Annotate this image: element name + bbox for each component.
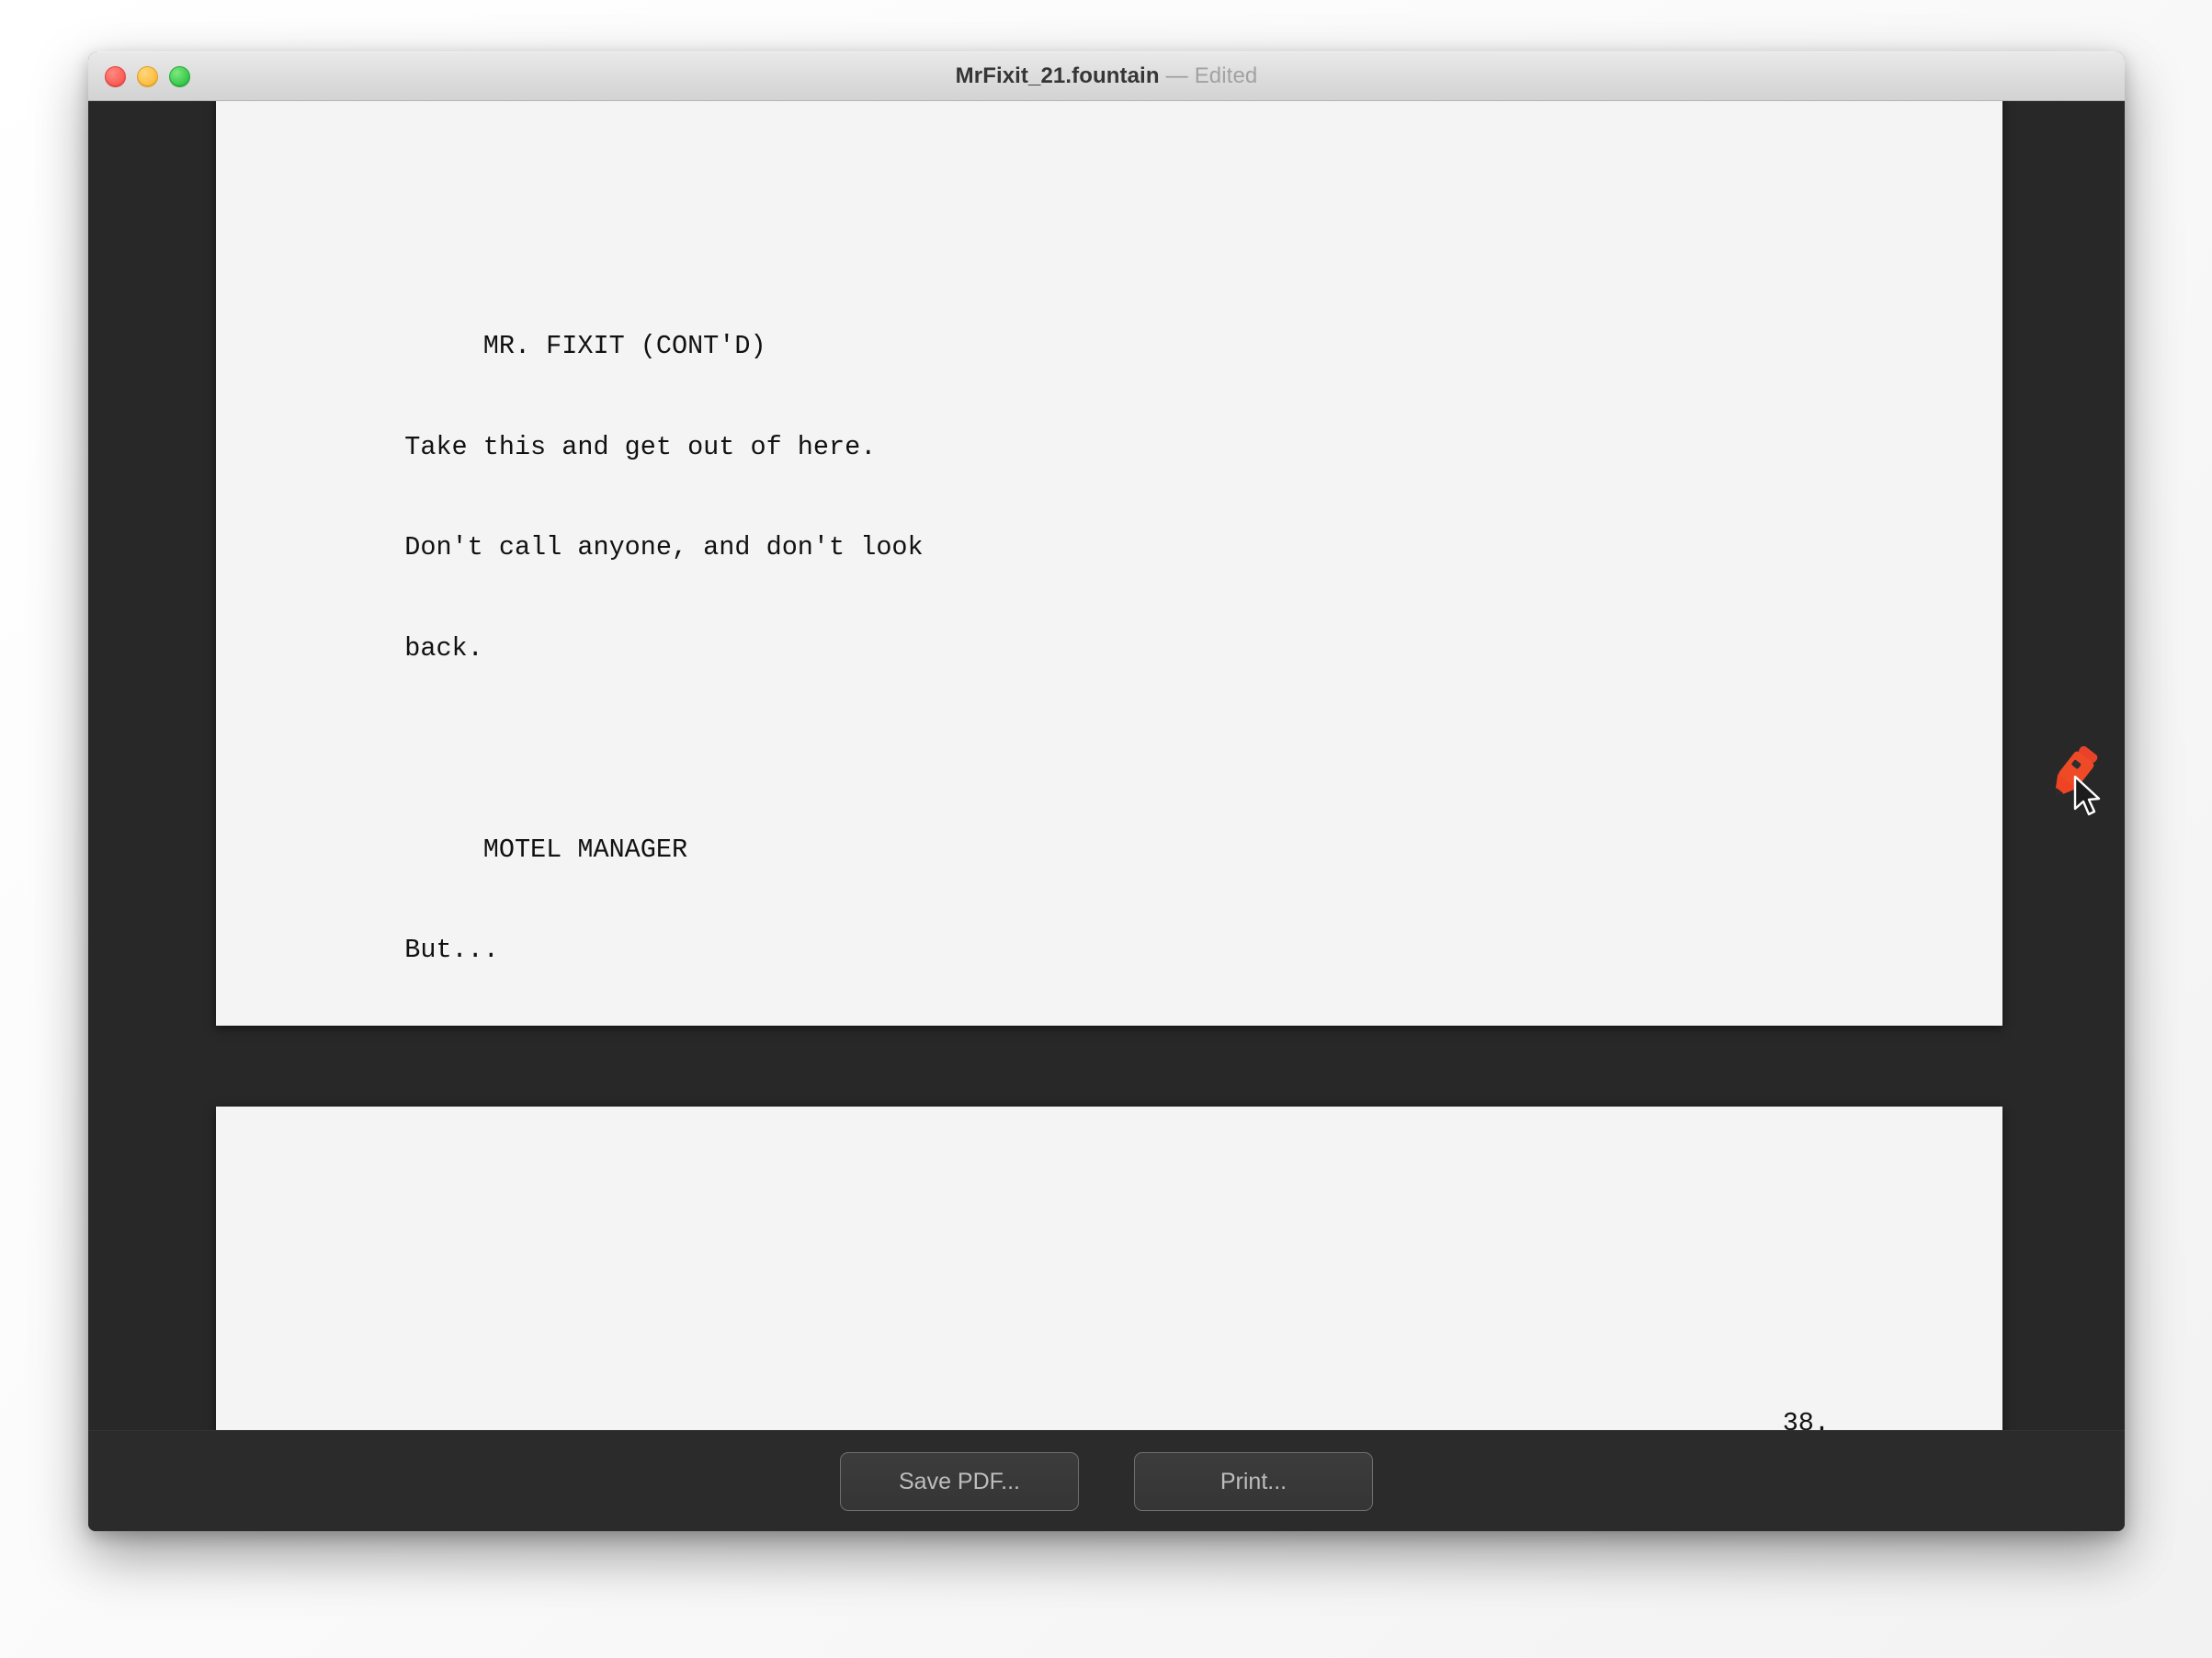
dialogue-line: back.	[216, 632, 483, 664]
document-edited-state: Edited	[1194, 63, 1258, 88]
minimize-button[interactable]	[137, 65, 158, 87]
window-title: MrFixit_21.fountain — Edited	[88, 63, 2125, 89]
preview-canvas[interactable]: MR. FIXIT (CONT'D) Take this and get out…	[88, 101, 2125, 1531]
maximize-button[interactable]	[169, 65, 190, 87]
dialogue-line: Take this and get out of here.	[216, 431, 877, 462]
close-button[interactable]	[105, 65, 126, 87]
script-page-1[interactable]: MR. FIXIT (CONT'D) Take this and get out…	[216, 101, 2002, 1026]
window-titlebar[interactable]: MrFixit_21.fountain — Edited	[88, 51, 2125, 101]
page-1-top-padding	[216, 230, 2002, 263]
window-controls	[105, 52, 190, 100]
page-2-top-padding	[216, 1241, 2002, 1340]
document-filename: MrFixit_21.fountain	[955, 63, 1160, 88]
character-cue-mr-fixit-contd: MR. FIXIT (CONT'D)	[216, 331, 766, 361]
preview-button-bar: Save PDF... Print...	[88, 1430, 2125, 1531]
page-1-content: MR. FIXIT (CONT'D) Take this and get out…	[216, 163, 2002, 1026]
desktop-background: MrFixit_21.fountain — Edited MR. FIXIT (CO…	[0, 0, 2212, 1658]
print-button[interactable]: Print...	[1134, 1452, 1373, 1511]
title-separator: —	[1165, 63, 1188, 88]
save-pdf-button[interactable]: Save PDF...	[840, 1452, 1079, 1511]
preview-window: MrFixit_21.fountain — Edited MR. FIXIT (CO…	[88, 51, 2125, 1531]
dialogue-line: Don't call anyone, and don't look	[216, 532, 924, 562]
character-cue-motel-manager: MOTEL MANAGER	[216, 834, 688, 865]
dialogue-line: But...	[216, 935, 499, 965]
